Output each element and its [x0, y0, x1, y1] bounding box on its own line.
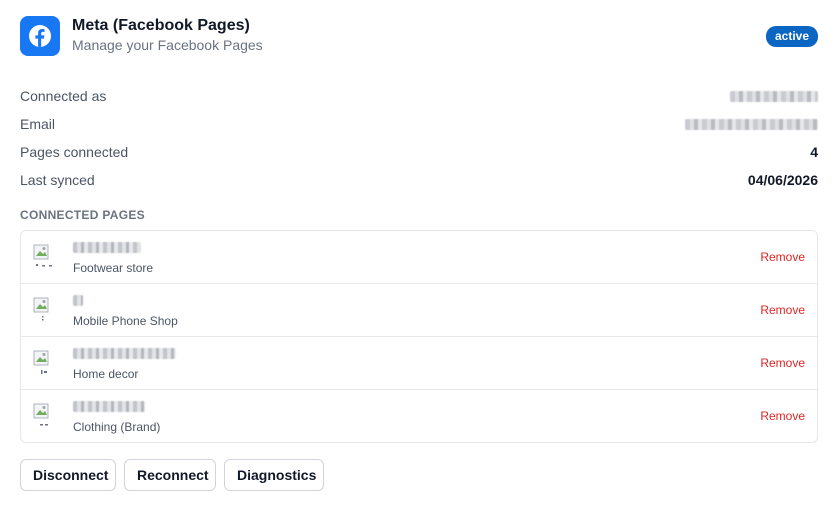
pages-connected-label: Pages connected: [20, 144, 129, 160]
remove-page-button[interactable]: Remove: [760, 250, 805, 264]
remove-page-button[interactable]: Remove: [760, 409, 805, 423]
pages-connected-value: 4: [810, 144, 818, 160]
connected-pages-heading: CONNECTED PAGES: [20, 208, 145, 222]
page-category: Footwear store: [73, 261, 154, 275]
broken-image-icon: [33, 403, 49, 426]
remove-page-button[interactable]: Remove: [760, 356, 805, 370]
connected-as-label: Connected as: [20, 88, 107, 104]
integration-subtitle: Manage your Facebook Pages: [72, 37, 263, 53]
page-name-redacted: [73, 295, 83, 306]
page-name-redacted: [73, 401, 145, 412]
broken-image-icon: [33, 297, 49, 321]
page-category: Mobile Phone Shop: [73, 314, 178, 328]
last-synced-label: Last synced: [20, 172, 95, 188]
integration-header: Meta (Facebook Pages) Manage your Facebo…: [20, 16, 818, 58]
connected-as-value-redacted: [730, 91, 818, 102]
email-label: Email: [20, 116, 56, 132]
list-item: Home decor Remove: [21, 337, 817, 390]
integration-title: Meta (Facebook Pages): [72, 17, 250, 34]
connected-pages-list: Footwear store Remove Mobile Phone Shop …: [20, 230, 818, 443]
list-item: Clothing (Brand) Remove: [21, 390, 817, 442]
pages-connected-row: Pages connected 4: [20, 140, 818, 168]
disconnect-button[interactable]: Disconnect: [20, 459, 116, 491]
reconnect-button[interactable]: Reconnect: [124, 459, 216, 491]
account-info: Connected as Email Pages connected 4 Las…: [20, 84, 818, 196]
connected-as-row: Connected as: [20, 84, 818, 112]
page-name-redacted: [73, 348, 176, 359]
facebook-logo-icon: [20, 16, 60, 56]
page-name-redacted: [73, 242, 141, 253]
email-row: Email: [20, 112, 818, 140]
diagnostics-button[interactable]: Diagnostics: [224, 459, 324, 491]
last-synced-row: Last synced 04/06/2026: [20, 168, 818, 196]
broken-image-icon: [33, 244, 52, 267]
status-badge: active: [765, 26, 818, 47]
email-value-redacted: [685, 119, 818, 130]
remove-page-button[interactable]: Remove: [760, 303, 805, 317]
page-category: Home decor: [73, 367, 139, 381]
last-synced-value: 04/06/2026: [747, 172, 818, 188]
list-item: Footwear store Remove: [21, 231, 817, 284]
broken-image-icon: [33, 350, 49, 374]
list-item: Mobile Phone Shop Remove: [21, 284, 817, 337]
page-category: Clothing (Brand): [73, 420, 161, 434]
